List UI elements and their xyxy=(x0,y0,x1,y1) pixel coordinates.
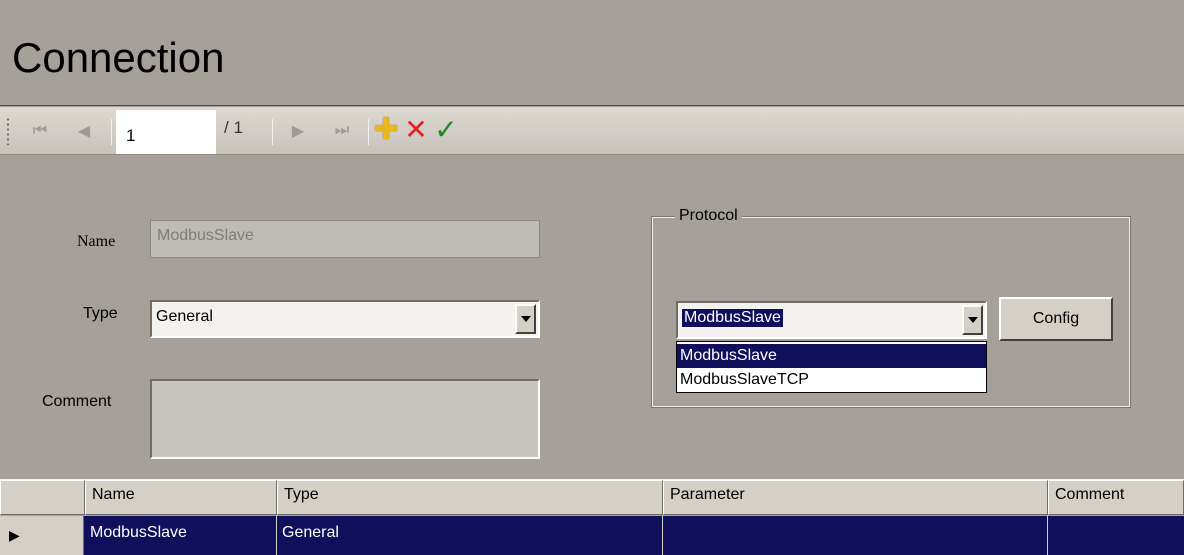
toolbar-grip[interactable] xyxy=(6,117,10,145)
name-label: Name xyxy=(77,233,116,250)
protocol-options-list: ModbusSlave ModbusSlaveTCP xyxy=(676,341,987,393)
toolbar-separator xyxy=(272,119,273,145)
chevron-down-icon[interactable] xyxy=(962,305,983,335)
grid-header-indicator xyxy=(0,480,85,515)
row-indicator-icon: ▶ xyxy=(0,516,84,555)
grid-header-name[interactable]: Name xyxy=(85,480,277,515)
previous-icon[interactable]: ◀ xyxy=(72,117,96,145)
first-icon[interactable]: ⏮ xyxy=(28,117,52,145)
type-dropdown-value: General xyxy=(156,308,213,325)
grid-header-type[interactable]: Type xyxy=(277,480,663,515)
name-field-value: ModbusSlave xyxy=(157,227,254,244)
grid-header-parameter[interactable]: Parameter xyxy=(663,480,1048,515)
page-title: Connection xyxy=(12,34,225,81)
last-icon[interactable]: ⏭ xyxy=(330,117,354,145)
comment-label: Comment xyxy=(42,393,112,410)
toolbar-separator xyxy=(111,119,112,145)
cell-parameter[interactable] xyxy=(663,516,1048,555)
chevron-down-icon[interactable] xyxy=(515,304,536,334)
delete-icon[interactable]: ✕ xyxy=(402,114,430,145)
add-icon[interactable]: ✚ xyxy=(372,113,400,146)
type-dropdown[interactable]: General xyxy=(150,300,540,338)
name-field[interactable]: ModbusSlave xyxy=(150,220,540,258)
connections-grid: Name Type Parameter Comment ▶ ModbusSlav… xyxy=(0,479,1184,555)
protocol-option[interactable]: ModbusSlave xyxy=(677,344,986,368)
cell-name[interactable]: ModbusSlave xyxy=(85,516,277,555)
protocol-option[interactable]: ModbusSlaveTCP xyxy=(677,368,986,392)
title-area: Connection xyxy=(0,0,1184,106)
next-icon[interactable]: ▶ xyxy=(286,117,310,145)
protocol-dropdown[interactable]: ModbusSlave xyxy=(676,301,987,339)
table-row[interactable]: ▶ ModbusSlave General xyxy=(0,516,1184,555)
comment-field[interactable] xyxy=(150,379,540,459)
current-page-input[interactable] xyxy=(116,110,216,154)
cell-type[interactable]: General xyxy=(277,516,663,555)
protocol-dropdown-value: ModbusSlave xyxy=(682,309,783,327)
config-button[interactable]: Config xyxy=(999,297,1113,341)
type-label: Type xyxy=(83,305,118,322)
total-pages-label: / 1 xyxy=(224,118,243,137)
grid-header-comment[interactable]: Comment xyxy=(1048,480,1184,515)
toolbar-separator xyxy=(368,119,369,145)
cell-comment[interactable] xyxy=(1048,516,1184,555)
apply-icon[interactable]: ✓ xyxy=(432,114,460,145)
protocol-group-title: Protocol xyxy=(675,207,742,225)
